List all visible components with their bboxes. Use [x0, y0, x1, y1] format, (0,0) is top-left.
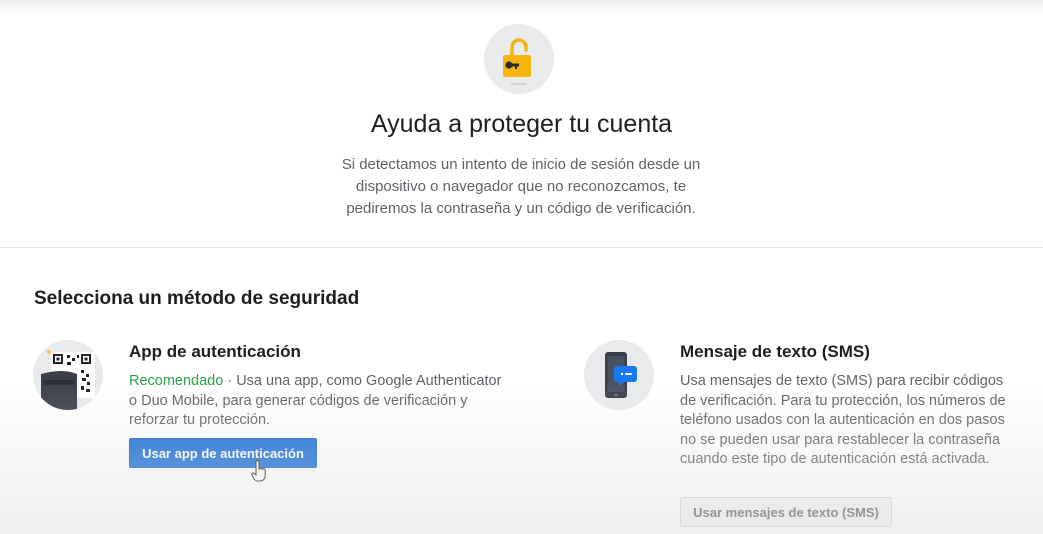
page-title: Ayuda a proteger tu cuenta — [370, 110, 673, 138]
divider — [0, 247, 1043, 248]
recommended-label: Recomendado — [129, 373, 224, 389]
top-shadow — [0, 0, 1043, 14]
use-authenticator-app-button[interactable]: Usar app de autenticación — [129, 438, 317, 468]
page-description: Si detectamos un intento de inicio de se… — [341, 156, 701, 217]
app-method-description: Recomendado · Usa una app, como Google A… — [129, 372, 509, 431]
use-sms-button[interactable]: Usar mensajes de texto (SMS) — [680, 497, 892, 527]
sms-method-title: Mensaje de texto (SMS) — [680, 342, 870, 361]
phone-message-icon — [584, 340, 654, 410]
sms-method-description: Usa mensajes de texto (SMS) para recibir… — [680, 373, 1006, 467]
qr-code-icon — [33, 340, 103, 410]
app-method-title: App de autenticación — [129, 342, 301, 361]
hand-cursor-icon — [251, 460, 266, 482]
lock-icon — [484, 24, 554, 94]
section-title: Selecciona un método de seguridad — [34, 288, 360, 309]
